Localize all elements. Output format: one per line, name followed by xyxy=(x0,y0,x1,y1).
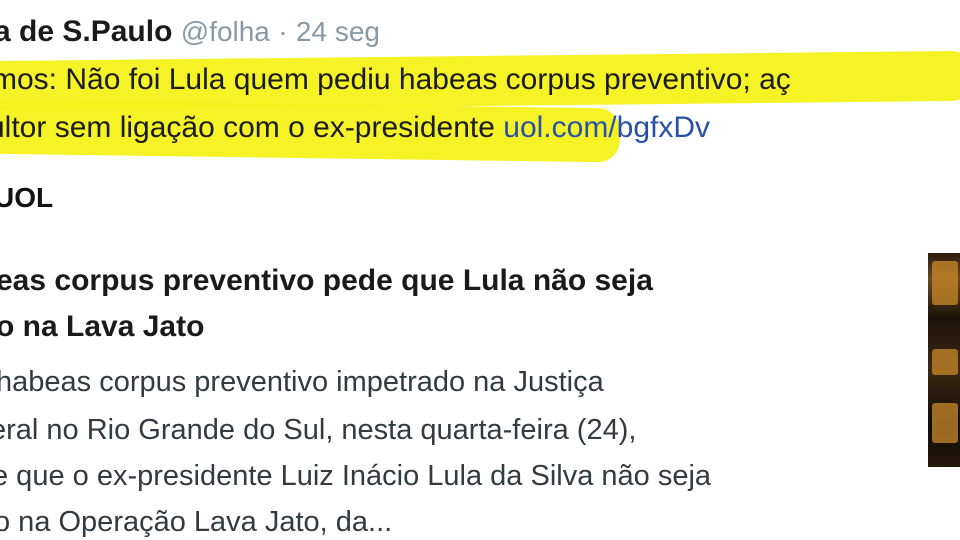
tweet-timestamp[interactable]: 24 seg xyxy=(296,16,380,47)
card-description-line: e que o ex-presidente Luiz Inácio Lula d… xyxy=(0,460,712,492)
card-title-line[interactable]: eas corpus preventivo pede que Lula não … xyxy=(0,261,653,301)
tweet-text: mos: Não foi Lula quem pediu habeas corp… xyxy=(0,63,791,96)
card-title-line[interactable]: o na Lava Jato xyxy=(0,307,204,347)
tweet-header: a de S.Paulo @folha · 24 seg xyxy=(0,14,380,50)
tweet-text: ultor sem ligação com o ex-presidente xyxy=(0,111,495,144)
thumbnail-highlight xyxy=(932,261,958,305)
thumbnail-highlight xyxy=(932,349,958,375)
tweet-link[interactable]: uol.com/bgfxDv xyxy=(503,111,710,144)
card-description-line: habeas corpus preventivo impetrado na Ju… xyxy=(0,366,604,398)
author-name[interactable]: a de S.Paulo xyxy=(0,15,172,48)
thumbnail-highlight xyxy=(932,403,958,443)
card-thumbnail-image[interactable] xyxy=(928,253,960,467)
author-handle[interactable]: @folha xyxy=(181,16,270,47)
separator: · xyxy=(278,16,288,47)
card-description-line: o na Operação Lava Jato, da... xyxy=(0,506,393,538)
tweet-text-line: ultor sem ligação com o ex-presidente uo… xyxy=(0,108,710,148)
tweet-text-line: mos: Não foi Lula quem pediu habeas corp… xyxy=(0,60,791,100)
card-source[interactable]: UOL xyxy=(0,180,53,216)
card-description-line: eral no Rio Grande do Sul, nesta quarta-… xyxy=(0,414,637,446)
